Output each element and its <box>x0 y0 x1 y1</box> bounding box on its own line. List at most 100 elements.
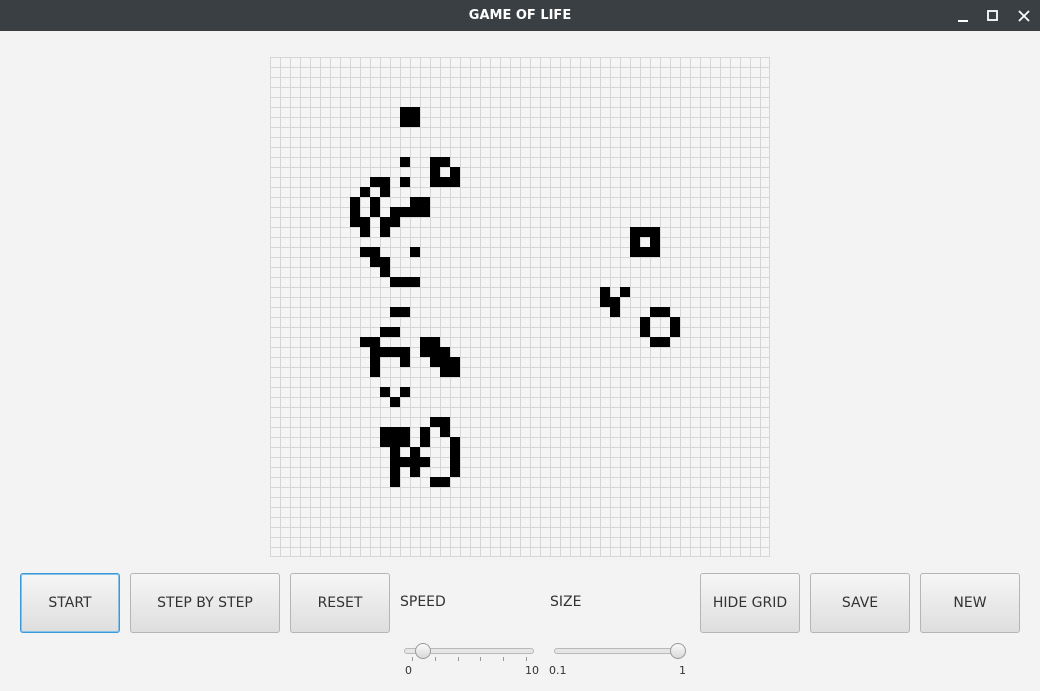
alive-cell[interactable] <box>390 467 400 477</box>
alive-cell[interactable] <box>390 477 400 487</box>
alive-cell[interactable] <box>450 437 460 447</box>
alive-cell[interactable] <box>660 307 670 317</box>
alive-cell[interactable] <box>630 237 640 247</box>
alive-cell[interactable] <box>390 277 400 287</box>
save-button[interactable]: SAVE <box>810 573 910 633</box>
alive-cell[interactable] <box>380 217 390 227</box>
alive-cell[interactable] <box>380 257 390 267</box>
alive-cell[interactable] <box>380 387 390 397</box>
alive-cell[interactable] <box>370 357 380 367</box>
life-grid[interactable] <box>270 57 770 557</box>
alive-cell[interactable] <box>420 337 430 347</box>
alive-cell[interactable] <box>350 197 360 207</box>
alive-cell[interactable] <box>630 247 640 257</box>
alive-cell[interactable] <box>380 227 390 237</box>
alive-cell[interactable] <box>350 217 360 227</box>
alive-cell[interactable] <box>640 317 650 327</box>
alive-cell[interactable] <box>400 427 410 437</box>
alive-cell[interactable] <box>620 287 630 297</box>
maximize-button[interactable] <box>978 0 1008 31</box>
alive-cell[interactable] <box>390 397 400 407</box>
alive-cell[interactable] <box>360 227 370 237</box>
alive-cell[interactable] <box>440 347 450 357</box>
alive-cell[interactable] <box>370 337 380 347</box>
hide-grid-button[interactable]: HIDE GRID <box>700 573 800 633</box>
alive-cell[interactable] <box>650 237 660 247</box>
alive-cell[interactable] <box>440 177 450 187</box>
alive-cell[interactable] <box>380 437 390 447</box>
alive-cell[interactable] <box>390 307 400 317</box>
alive-cell[interactable] <box>440 417 450 427</box>
alive-cell[interactable] <box>380 187 390 197</box>
alive-cell[interactable] <box>650 247 660 257</box>
alive-cell[interactable] <box>450 457 460 467</box>
alive-cell[interactable] <box>360 217 370 227</box>
alive-cell[interactable] <box>400 307 410 317</box>
alive-cell[interactable] <box>380 327 390 337</box>
alive-cell[interactable] <box>370 347 380 357</box>
alive-cell[interactable] <box>360 337 370 347</box>
alive-cell[interactable] <box>350 207 360 217</box>
alive-cell[interactable] <box>440 367 450 377</box>
alive-cell[interactable] <box>410 117 420 127</box>
alive-cell[interactable] <box>360 187 370 197</box>
minimize-button[interactable] <box>948 0 978 31</box>
alive-cell[interactable] <box>410 467 420 477</box>
alive-cell[interactable] <box>400 177 410 187</box>
alive-cell[interactable] <box>410 277 420 287</box>
alive-cell[interactable] <box>410 197 420 207</box>
alive-cell[interactable] <box>450 367 460 377</box>
alive-cell[interactable] <box>450 177 460 187</box>
alive-cell[interactable] <box>640 247 650 257</box>
alive-cell[interactable] <box>670 327 680 337</box>
alive-cell[interactable] <box>610 307 620 317</box>
alive-cell[interactable] <box>650 337 660 347</box>
alive-cell[interactable] <box>610 297 620 307</box>
alive-cell[interactable] <box>390 327 400 337</box>
alive-cell[interactable] <box>410 247 420 257</box>
alive-cell[interactable] <box>390 207 400 217</box>
alive-cell[interactable] <box>450 447 460 457</box>
alive-cell[interactable] <box>400 107 410 117</box>
alive-cell[interactable] <box>650 227 660 237</box>
new-button[interactable]: NEW <box>920 573 1020 633</box>
alive-cell[interactable] <box>420 347 430 357</box>
alive-cell[interactable] <box>370 367 380 377</box>
life-grid-canvas[interactable] <box>270 57 770 557</box>
alive-cell[interactable] <box>410 457 420 467</box>
alive-cell[interactable] <box>380 177 390 187</box>
alive-cell[interactable] <box>630 227 640 237</box>
speed-slider-thumb[interactable] <box>415 643 432 659</box>
alive-cell[interactable] <box>450 467 460 477</box>
alive-cell[interactable] <box>430 177 440 187</box>
alive-cell[interactable] <box>400 387 410 397</box>
alive-cell[interactable] <box>640 227 650 237</box>
alive-cell[interactable] <box>440 427 450 437</box>
alive-cell[interactable] <box>600 287 610 297</box>
alive-cell[interactable] <box>440 157 450 167</box>
alive-cell[interactable] <box>420 457 430 467</box>
alive-cell[interactable] <box>430 417 440 427</box>
alive-cell[interactable] <box>370 247 380 257</box>
alive-cell[interactable] <box>360 247 370 257</box>
alive-cell[interactable] <box>390 217 400 227</box>
alive-cell[interactable] <box>400 207 410 217</box>
alive-cell[interactable] <box>410 207 420 217</box>
step-by-step-button[interactable]: STEP BY STEP <box>130 573 280 633</box>
alive-cell[interactable] <box>420 427 430 437</box>
alive-cell[interactable] <box>440 477 450 487</box>
alive-cell[interactable] <box>430 477 440 487</box>
alive-cell[interactable] <box>390 447 400 457</box>
alive-cell[interactable] <box>400 347 410 357</box>
alive-cell[interactable] <box>380 267 390 277</box>
alive-cell[interactable] <box>430 167 440 177</box>
alive-cell[interactable] <box>430 157 440 167</box>
alive-cell[interactable] <box>400 117 410 127</box>
size-slider[interactable]: 0.1 1 <box>549 640 688 680</box>
alive-cell[interactable] <box>420 197 430 207</box>
alive-cell[interactable] <box>450 167 460 177</box>
alive-cell[interactable] <box>380 427 390 437</box>
alive-cell[interactable] <box>400 277 410 287</box>
alive-cell[interactable] <box>400 457 410 467</box>
alive-cell[interactable] <box>650 307 660 317</box>
